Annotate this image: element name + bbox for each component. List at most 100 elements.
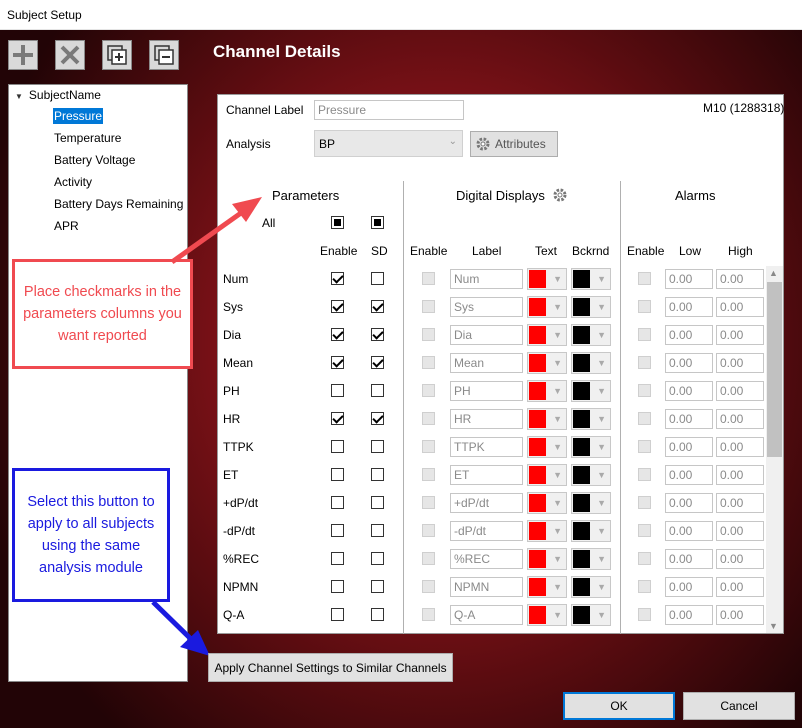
enable-all-checkbox[interactable] [331,216,344,229]
analysis-select[interactable]: BP ⌄ [314,130,463,157]
param-enable-checkbox[interactable] [331,608,344,621]
display-enable-checkbox[interactable] [422,328,435,341]
alarm-low-input[interactable]: 0.00 [665,353,713,373]
alarm-low-input[interactable]: 0.00 [665,297,713,317]
param-enable-checkbox[interactable] [331,328,344,341]
background-color-picker[interactable]: ▼ [571,464,611,486]
param-enable-checkbox[interactable] [331,440,344,453]
param-sd-checkbox[interactable] [371,356,384,369]
text-color-picker[interactable]: ▼ [527,352,567,374]
alarm-low-input[interactable]: 0.00 [665,521,713,541]
cancel-button[interactable]: Cancel [683,692,795,720]
alarm-high-input[interactable]: 0.00 [716,269,764,289]
tree-item-battery-days-remaining[interactable]: Battery Days Remaining [53,196,184,212]
alarm-enable-checkbox[interactable] [638,412,651,425]
display-label-input[interactable]: PH [450,381,523,401]
alarm-high-input[interactable]: 0.00 [716,605,764,625]
text-color-picker[interactable]: ▼ [527,492,567,514]
background-color-picker[interactable]: ▼ [571,296,611,318]
text-color-picker[interactable]: ▼ [527,296,567,318]
param-sd-checkbox[interactable] [371,384,384,397]
display-label-input[interactable]: -dP/dt [450,521,523,541]
text-color-picker[interactable]: ▼ [527,380,567,402]
text-color-picker[interactable]: ▼ [527,576,567,598]
background-color-picker[interactable]: ▼ [571,520,611,542]
alarm-enable-checkbox[interactable] [638,384,651,397]
tree-item-activity[interactable]: Activity [53,174,93,190]
alarm-high-input[interactable]: 0.00 [716,493,764,513]
alarm-low-input[interactable]: 0.00 [665,437,713,457]
scroll-thumb[interactable] [767,282,782,457]
param-sd-checkbox[interactable] [371,496,384,509]
param-enable-checkbox[interactable] [331,300,344,313]
alarm-high-input[interactable]: 0.00 [716,437,764,457]
text-color-picker[interactable]: ▼ [527,464,567,486]
param-enable-checkbox[interactable] [331,272,344,285]
display-enable-checkbox[interactable] [422,412,435,425]
alarm-enable-checkbox[interactable] [638,552,651,565]
text-color-picker[interactable]: ▼ [527,520,567,542]
alarm-high-input[interactable]: 0.00 [716,297,764,317]
param-sd-checkbox[interactable] [371,300,384,313]
alarm-high-input[interactable]: 0.00 [716,577,764,597]
add-button[interactable] [8,40,38,70]
alarm-enable-checkbox[interactable] [638,328,651,341]
param-enable-checkbox[interactable] [331,468,344,481]
display-label-input[interactable]: Mean [450,353,523,373]
background-color-picker[interactable]: ▼ [571,548,611,570]
alarm-low-input[interactable]: 0.00 [665,381,713,401]
param-enable-checkbox[interactable] [331,384,344,397]
display-enable-checkbox[interactable] [422,524,435,537]
attributes-button[interactable]: Attributes [470,131,558,157]
display-label-input[interactable]: Q-A [450,605,523,625]
alarm-enable-checkbox[interactable] [638,524,651,537]
alarm-low-input[interactable]: 0.00 [665,325,713,345]
background-color-picker[interactable]: ▼ [571,324,611,346]
expand-all-button[interactable] [102,40,132,70]
text-color-picker[interactable]: ▼ [527,548,567,570]
alarm-enable-checkbox[interactable] [638,608,651,621]
param-sd-checkbox[interactable] [371,440,384,453]
background-color-picker[interactable]: ▼ [571,436,611,458]
alarm-high-input[interactable]: 0.00 [716,549,764,569]
alarm-high-input[interactable]: 0.00 [716,409,764,429]
background-color-picker[interactable]: ▼ [571,408,611,430]
display-enable-checkbox[interactable] [422,552,435,565]
vertical-scrollbar[interactable]: ▲ ▼ [766,266,783,633]
background-color-picker[interactable]: ▼ [571,576,611,598]
param-enable-checkbox[interactable] [331,552,344,565]
sd-all-checkbox[interactable] [371,216,384,229]
param-enable-checkbox[interactable] [331,580,344,593]
scroll-down-icon[interactable]: ▼ [769,621,778,631]
text-color-picker[interactable]: ▼ [527,604,567,626]
alarm-enable-checkbox[interactable] [638,300,651,313]
alarm-enable-checkbox[interactable] [638,496,651,509]
ok-button[interactable]: OK [563,692,675,720]
param-sd-checkbox[interactable] [371,608,384,621]
channel-label-input[interactable]: Pressure [314,100,464,120]
alarm-high-input[interactable]: 0.00 [716,353,764,373]
param-enable-checkbox[interactable] [331,524,344,537]
collapse-arrow-icon[interactable]: ▼ [15,92,23,101]
display-enable-checkbox[interactable] [422,608,435,621]
tree-item-battery-voltage[interactable]: Battery Voltage [53,152,136,168]
param-sd-checkbox[interactable] [371,272,384,285]
display-label-input[interactable]: Num [450,269,523,289]
alarm-low-input[interactable]: 0.00 [665,409,713,429]
display-label-input[interactable]: HR [450,409,523,429]
display-label-input[interactable]: +dP/dt [450,493,523,513]
alarm-low-input[interactable]: 0.00 [665,465,713,485]
param-sd-checkbox[interactable] [371,552,384,565]
alarm-high-input[interactable]: 0.00 [716,521,764,541]
param-enable-checkbox[interactable] [331,412,344,425]
display-enable-checkbox[interactable] [422,580,435,593]
delete-button[interactable] [55,40,85,70]
alarm-enable-checkbox[interactable] [638,272,651,285]
background-color-picker[interactable]: ▼ [571,380,611,402]
tree-item-temperature[interactable]: Temperature [53,130,122,146]
collapse-all-button[interactable] [149,40,179,70]
alarm-enable-checkbox[interactable] [638,468,651,481]
digital-displays-gear-icon[interactable] [552,187,568,203]
display-label-input[interactable]: ET [450,465,523,485]
alarm-low-input[interactable]: 0.00 [665,577,713,597]
